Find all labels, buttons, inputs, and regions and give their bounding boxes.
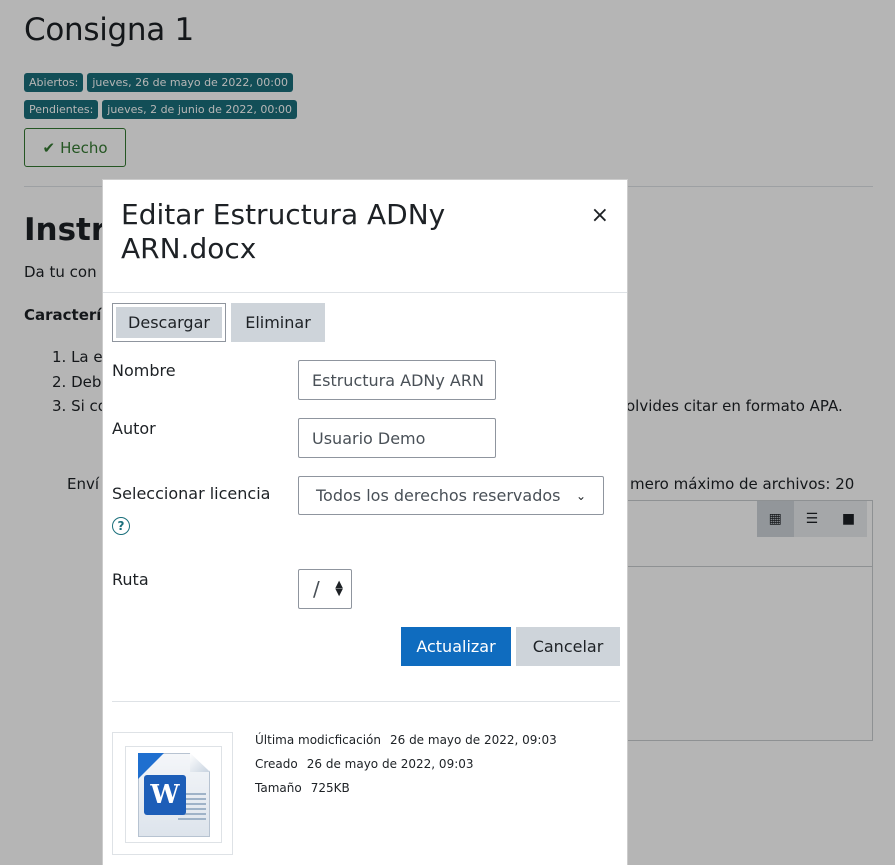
modified-value: 26 de mayo de 2022, 09:03 bbox=[389, 733, 557, 747]
path-select-value: / bbox=[313, 577, 320, 601]
license-label: Seleccionar licencia bbox=[112, 484, 271, 503]
name-input[interactable]: Estructura ADNy ARN bbox=[298, 360, 496, 400]
size-value: 725KB bbox=[310, 781, 350, 795]
author-label: Autor bbox=[112, 419, 156, 438]
name-label: Nombre bbox=[112, 361, 176, 380]
modified-info: Última modicficación 26 de mayo de 2022, … bbox=[255, 733, 557, 747]
sort-arrows-icon: ▲ ▼ bbox=[335, 579, 343, 598]
download-button[interactable]: Descargar bbox=[112, 303, 226, 342]
dialog-title: Editar Estructura ADNy ARN.docx bbox=[121, 198, 446, 265]
chevron-down-icon: ⌄ bbox=[575, 488, 586, 503]
help-icon[interactable]: ? bbox=[112, 517, 130, 535]
author-input[interactable]: Usuario Demo bbox=[298, 418, 496, 458]
delete-button[interactable]: Eliminar bbox=[231, 303, 325, 342]
created-label: Creado bbox=[255, 757, 298, 771]
edit-file-dialog: Editar Estructura ADNy ARN.docx × Descar… bbox=[102, 179, 628, 865]
update-button[interactable]: Actualizar bbox=[401, 627, 511, 666]
word-document-icon: W bbox=[125, 746, 222, 843]
cancel-button[interactable]: Cancelar bbox=[516, 627, 620, 666]
close-icon[interactable]: × bbox=[591, 205, 609, 227]
license-select-value: Todos los derechos reservados bbox=[316, 486, 561, 505]
size-info: Tamaño 725KB bbox=[255, 781, 350, 795]
modified-label: Última modicficación bbox=[255, 733, 381, 747]
created-info: Creado 26 de mayo de 2022, 09:03 bbox=[255, 757, 474, 771]
dialog-divider bbox=[112, 701, 620, 702]
size-label: Tamaño bbox=[255, 781, 302, 795]
created-value: 26 de mayo de 2022, 09:03 bbox=[306, 757, 474, 771]
file-preview: W bbox=[112, 732, 233, 855]
license-select[interactable]: Todos los derechos reservados ⌄ bbox=[298, 476, 604, 515]
dialog-header: Editar Estructura ADNy ARN.docx × bbox=[103, 180, 627, 293]
path-select[interactable]: / ▲ ▼ bbox=[298, 569, 352, 609]
path-label: Ruta bbox=[112, 570, 149, 589]
